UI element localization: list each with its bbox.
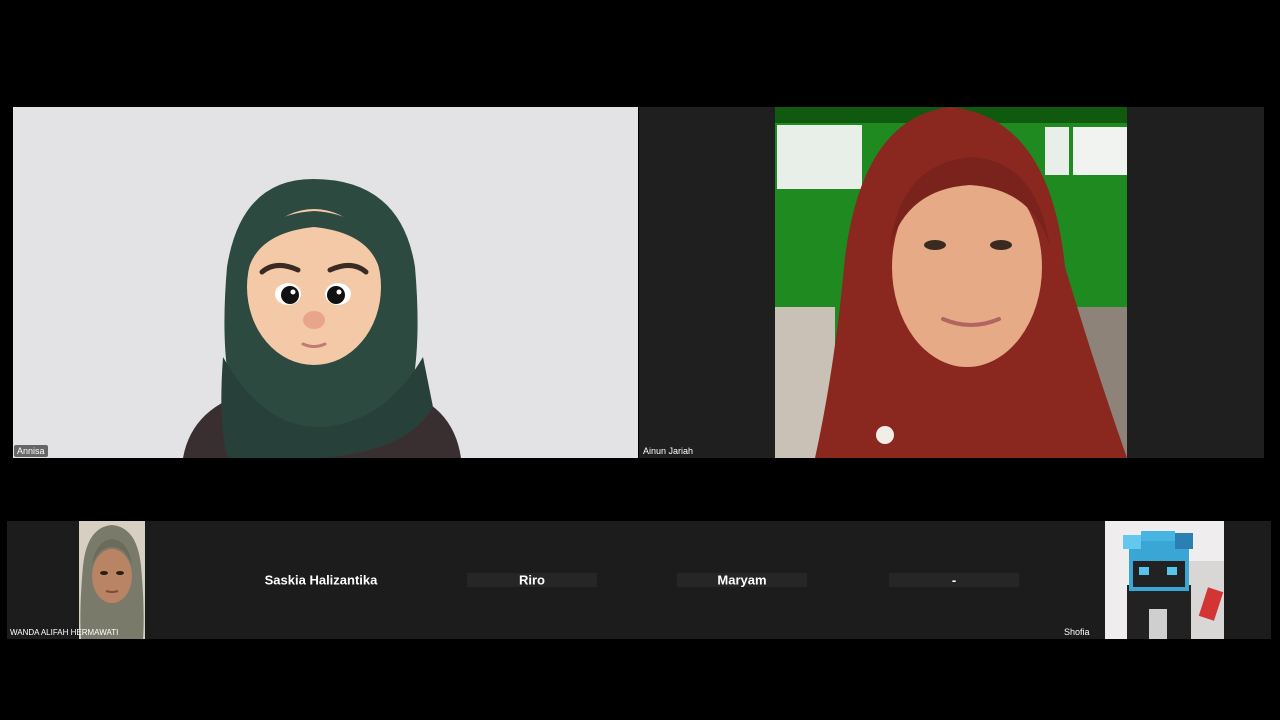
participant-name-label: Maryam [717, 572, 767, 588]
thumbnail-tile-shofia[interactable]: Shofia [1057, 521, 1271, 639]
minecraft-avatar-image [1105, 521, 1224, 639]
participant-name-label: - [951, 572, 957, 588]
thumbnail-tile-riro[interactable]: Riro [467, 521, 597, 639]
participant-name-label: Ainun Jariah [643, 446, 694, 456]
participant-name-label: WANDA ALIFAH HERMAWATI [10, 628, 119, 637]
participant-name-label: Shofia [1064, 627, 1090, 637]
video-tile-annisa[interactable]: Annisa [13, 107, 638, 458]
participant-name-label: Annisa [14, 445, 48, 457]
participant-video-image [775, 107, 1127, 458]
video-tile-ainun-jariah[interactable]: Ainun Jariah [639, 107, 1264, 458]
thumbnail-tile-unnamed[interactable]: - [889, 521, 1019, 639]
thumbnail-tile-saskia[interactable]: Saskia Halizantika [227, 521, 437, 639]
thumbnail-tile-wanda[interactable]: WANDA ALIFAH HERMAWATI [7, 521, 217, 639]
participant-name-label: Saskia Halizantika [264, 572, 378, 588]
filmstrip: WANDA ALIFAH HERMAWATI Saskia Halizantik… [7, 521, 1271, 639]
thumbnail-tile-maryam[interactable]: Maryam [677, 521, 807, 639]
memoji-avatar-image [183, 179, 461, 458]
participant-video-image [79, 521, 145, 639]
participant-name-label: Riro [519, 572, 545, 588]
